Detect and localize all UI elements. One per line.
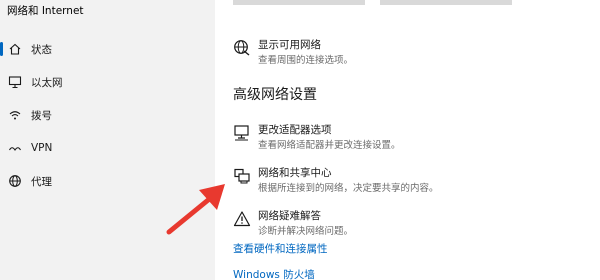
item-description: 查看网络适配器并更改连接设置。 (258, 140, 401, 151)
annotation-arrow-icon (166, 184, 225, 235)
sidebar-item-vpn[interactable]: VPN (0, 133, 215, 163)
sidebar: 网络和 Internet 状态 以太网 拨号 VPN 代理 (0, 0, 215, 280)
network-troubleshooter-item[interactable]: 网络疑难解答 诊断并解决网络问题。 (233, 208, 593, 240)
sidebar-item-label: 代理 (31, 175, 52, 188)
home-icon (7, 41, 23, 57)
show-networks-item[interactable]: 显示可用网络 查看周围的连接选项。 (233, 37, 593, 69)
item-description: 诊断并解决网络问题。 (258, 226, 354, 237)
view-hardware-properties-link[interactable]: 查看硬件和连接属性 (233, 241, 328, 256)
sidebar-item-dialup[interactable]: 拨号 (0, 100, 215, 130)
network-sharing-center-item[interactable]: 网络和共享中心 根据所连接到的网络，决定要共享的内容。 (233, 165, 593, 197)
sidebar-item-ethernet[interactable]: 以太网 (0, 67, 215, 97)
ethernet-icon (7, 74, 23, 90)
printer-network-icon (233, 167, 251, 185)
globe-icon (233, 39, 251, 57)
item-title: 显示可用网络 (258, 39, 321, 51)
warning-icon (233, 210, 251, 228)
item-title: 网络和共享中心 (258, 167, 332, 179)
windows-firewall-link[interactable]: Windows 防火墙 (233, 267, 315, 280)
selection-indicator (0, 42, 3, 56)
change-adapter-options-item[interactable]: 更改适配器选项 查看网络适配器并更改连接设置。 (233, 122, 593, 154)
item-title: 更改适配器选项 (258, 124, 332, 136)
sidebar-item-label: 以太网 (31, 76, 63, 89)
vpn-icon (7, 140, 23, 156)
top-action-button-2[interactable] (380, 0, 512, 5)
sidebar-item-status[interactable]: 状态 (0, 34, 215, 64)
dialup-icon (7, 107, 23, 123)
item-description: 查看周围的连接选项。 (258, 55, 354, 66)
top-action-button-1[interactable] (233, 0, 365, 5)
sidebar-item-label: VPN (31, 142, 53, 154)
sidebar-item-label: 拨号 (31, 109, 52, 122)
monitor-network-icon (233, 124, 251, 142)
item-description: 根据所连接到的网络，决定要共享的内容。 (258, 183, 439, 194)
main-panel: 显示可用网络 查看周围的连接选项。 高级网络设置 更改适配器选项 查看网络适配器… (215, 0, 600, 280)
sidebar-item-label: 状态 (31, 43, 52, 56)
sidebar-title: 网络和 Internet (7, 5, 84, 17)
item-title: 网络疑难解答 (258, 210, 321, 222)
globe-icon (7, 173, 23, 189)
section-heading: 高级网络设置 (233, 87, 317, 103)
